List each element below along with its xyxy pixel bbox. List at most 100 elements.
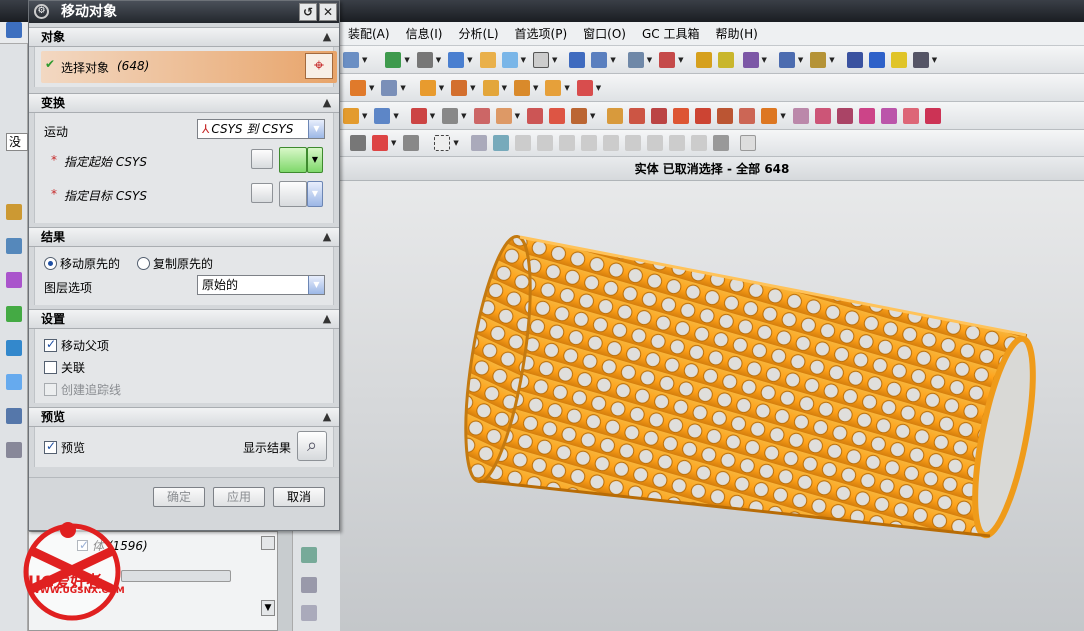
inferred-csys-icon[interactable] <box>279 181 307 207</box>
bridge-icon[interactable] <box>673 107 690 124</box>
edit-icon[interactable] <box>416 51 433 68</box>
csys-dialog-icon[interactable] <box>251 183 273 203</box>
offset-icon[interactable] <box>495 107 512 124</box>
body-icon[interactable] <box>374 107 391 124</box>
join-icon[interactable] <box>695 107 712 124</box>
list-icon[interactable] <box>846 51 863 68</box>
shell-icon[interactable] <box>513 79 530 96</box>
section-transform-header[interactable]: 变换 ▲ <box>29 93 339 113</box>
dimension-icon[interactable] <box>778 51 795 68</box>
ring-icon[interactable] <box>890 51 907 68</box>
snap-control-icon[interactable] <box>558 135 575 151</box>
select-object-row[interactable]: ✔ 选择对象 (648) ⌖ <box>41 51 337 83</box>
tool-b-icon[interactable] <box>301 577 317 593</box>
history-icon[interactable] <box>6 374 22 390</box>
perforated-cylinder-model[interactable] <box>340 181 1084 631</box>
boolean-icon[interactable] <box>482 79 499 96</box>
layer-option-dropdown[interactable]: 原始的 ▼ <box>197 275 325 295</box>
patch-icon[interactable] <box>902 107 919 124</box>
view-icon[interactable] <box>569 51 586 68</box>
snap-icon[interactable] <box>742 51 759 68</box>
expand-arrow-icon[interactable]: ▼ <box>261 600 275 616</box>
apply-button[interactable]: 应用 <box>213 487 265 507</box>
snap-point-icon[interactable] <box>350 135 366 151</box>
magnifier-icon[interactable]: ⌕ <box>297 431 327 461</box>
shaded-icon[interactable] <box>470 135 487 151</box>
mirror-icon[interactable] <box>570 107 587 124</box>
h-scrollbar[interactable] <box>121 570 231 582</box>
layer-icon[interactable] <box>627 51 644 68</box>
split-icon[interactable] <box>717 107 734 124</box>
snap-end-icon[interactable] <box>514 135 531 151</box>
move-original-radio[interactable]: 移动原先的 <box>44 255 120 272</box>
snap-mid-icon[interactable] <box>536 135 553 151</box>
section-result-header[interactable]: 结果 ▲ <box>29 227 339 247</box>
wireframe-icon[interactable] <box>492 135 509 151</box>
reuse-library-icon[interactable] <box>6 306 22 322</box>
refresh-icon[interactable] <box>385 51 402 68</box>
associative-checkbox[interactable]: 关联 <box>44 359 85 376</box>
cube-icon[interactable] <box>448 51 465 68</box>
collapse-icon[interactable]: ▲ <box>319 29 335 45</box>
rectangle-select-icon[interactable] <box>434 135 451 151</box>
checkbox-box[interactable] <box>44 337 57 352</box>
copy-original-radio[interactable]: 复制原先的 <box>137 255 213 272</box>
face-icon[interactable] <box>814 107 831 124</box>
sew-icon[interactable] <box>880 107 897 124</box>
blend-surface-icon[interactable] <box>924 107 941 124</box>
point-icon[interactable] <box>761 107 778 124</box>
select-icon[interactable] <box>659 51 676 68</box>
thicken-icon[interactable] <box>858 107 875 124</box>
clock-icon[interactable] <box>6 408 22 424</box>
pattern-icon[interactable] <box>545 79 562 96</box>
corner-icon[interactable] <box>651 107 668 124</box>
chevron-down-icon[interactable]: ▼ <box>307 147 323 173</box>
collapse-icon[interactable]: ▲ <box>319 311 335 327</box>
cancel-button[interactable]: 取消 <box>273 487 325 507</box>
menu-preferences[interactable]: 首选项(P) <box>507 22 576 46</box>
menu-help[interactable]: 帮助(H) <box>707 22 765 46</box>
left-combo-fragment[interactable]: 没 <box>6 133 28 151</box>
assembly-nav-icon[interactable] <box>6 238 22 254</box>
curve-icon[interactable] <box>381 79 398 96</box>
motion-dropdown[interactable]: ⅄ CSYS 到 CSYS ▼ <box>197 119 325 139</box>
snap-curve-icon[interactable] <box>690 135 707 151</box>
inferred-csys-icon[interactable] <box>279 147 307 173</box>
csys-dialog-icon[interactable] <box>251 149 273 169</box>
pen-icon[interactable] <box>868 51 885 68</box>
section-preview-header[interactable]: 预览 ▲ <box>29 407 339 427</box>
line-icon[interactable] <box>410 107 427 124</box>
reset-icon[interactable]: ↺ <box>299 3 317 21</box>
crosshair-icon[interactable]: ⌖ <box>305 53 333 79</box>
folder-icon[interactable] <box>479 51 496 68</box>
v-scrollbar[interactable] <box>261 536 275 550</box>
tool-icon[interactable] <box>695 51 712 68</box>
solid-icon[interactable] <box>343 107 359 124</box>
feature-icon[interactable] <box>350 79 366 96</box>
snap-existing-icon[interactable] <box>668 135 685 151</box>
menu-gc-toolbox[interactable]: GC 工具箱 <box>634 22 708 46</box>
checkbox-box[interactable] <box>44 439 57 454</box>
measure-icon[interactable] <box>717 51 734 68</box>
blend-icon[interactable] <box>451 79 468 96</box>
menu-info[interactable]: 信息(I) <box>398 22 451 46</box>
hand-icon[interactable] <box>403 135 420 151</box>
chevron-down-icon[interactable]: ▼ <box>308 120 324 138</box>
trim-icon[interactable] <box>576 79 593 96</box>
edit-curve-icon[interactable] <box>739 107 756 124</box>
window-icon[interactable] <box>532 51 549 68</box>
radio-indicator[interactable] <box>44 257 57 270</box>
snap-perp-icon[interactable] <box>602 135 619 151</box>
section-object-header[interactable]: 对象 ▲ <box>29 27 339 47</box>
palette-icon[interactable] <box>6 442 22 458</box>
chevron-down-icon[interactable]: ▼ <box>308 276 324 294</box>
section-settings-header[interactable]: 设置 ▲ <box>29 309 339 329</box>
graphics-viewport[interactable] <box>340 181 1084 631</box>
clip-icon[interactable] <box>912 51 929 68</box>
menu-assembly[interactable]: 装配(A) <box>340 22 398 46</box>
block-icon[interactable] <box>419 79 436 96</box>
chevron-down-icon[interactable]: ▼ <box>307 181 323 207</box>
assembly-icon[interactable] <box>343 51 359 68</box>
snap-center-icon[interactable] <box>624 135 641 151</box>
preview-checkbox[interactable]: 预览 <box>44 439 85 456</box>
